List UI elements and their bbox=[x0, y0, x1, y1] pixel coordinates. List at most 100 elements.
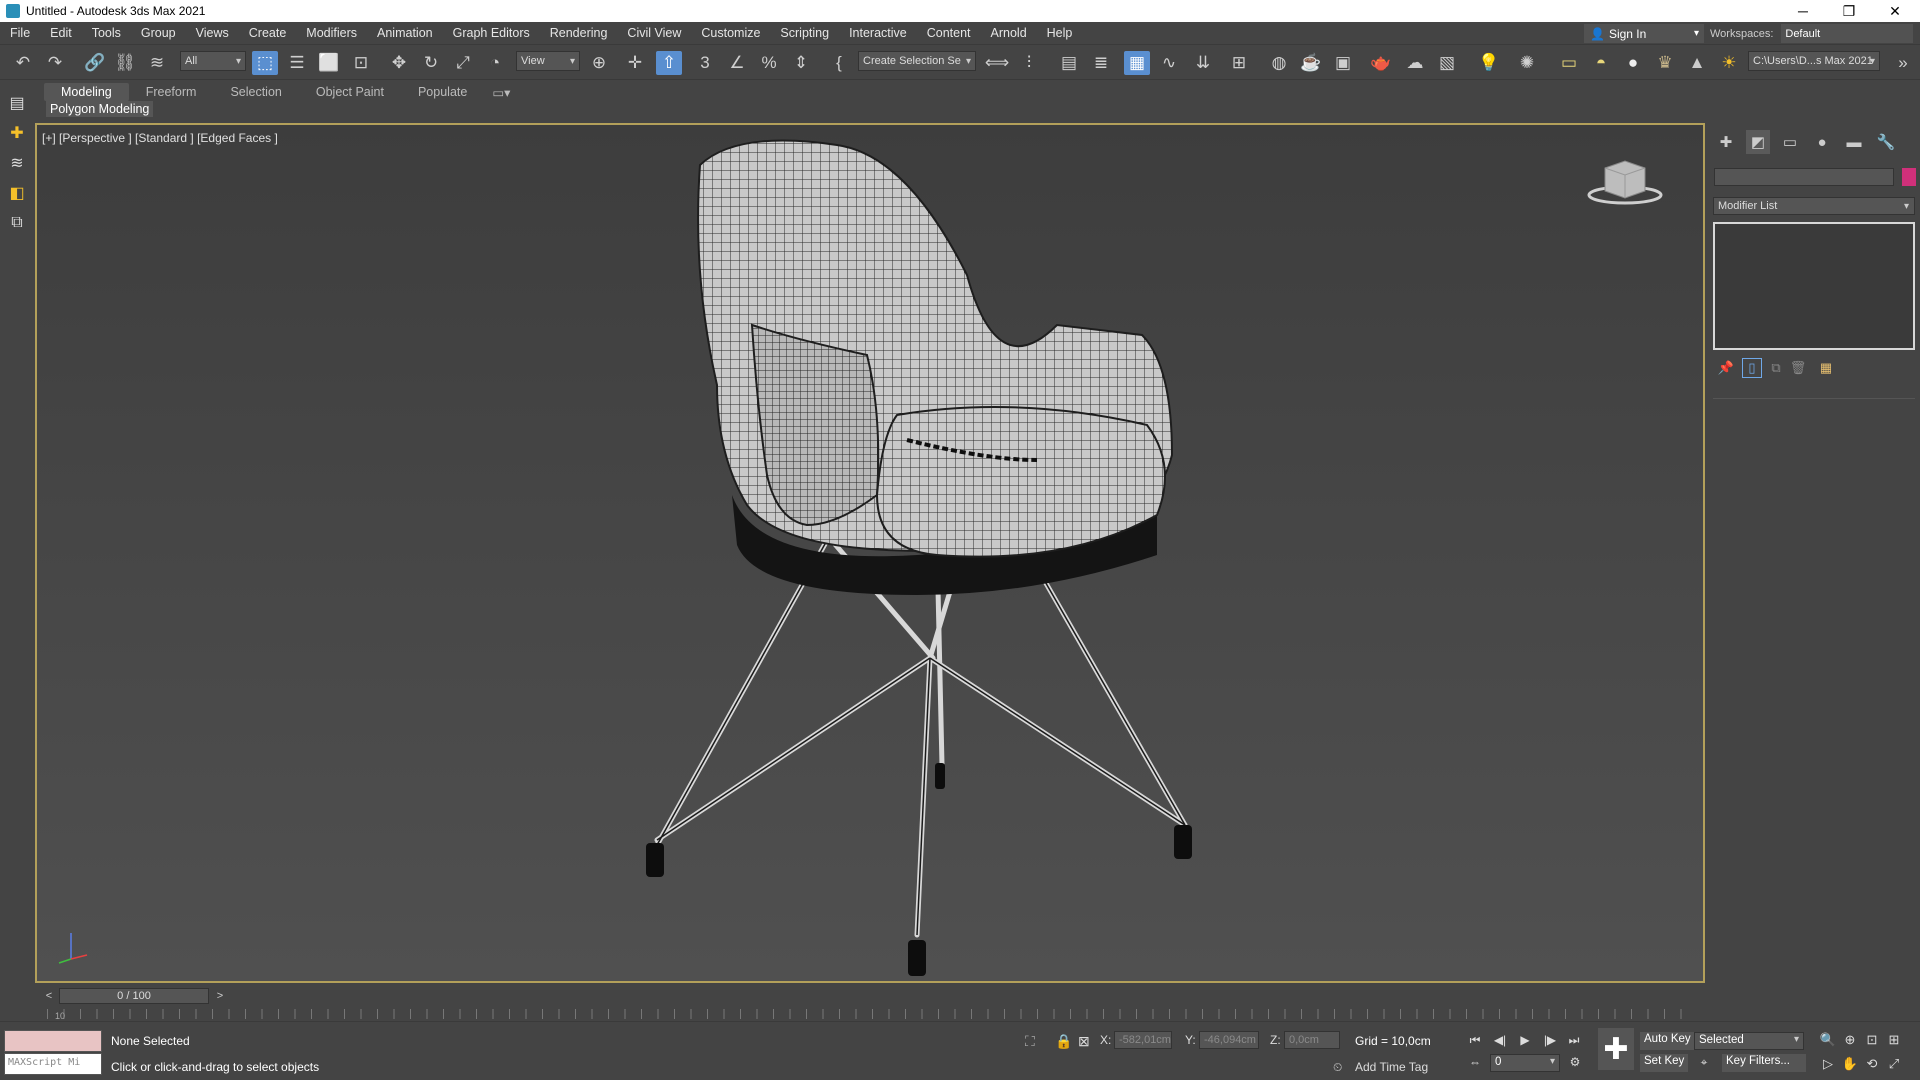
tab-modeling[interactable]: Modeling bbox=[44, 83, 129, 101]
rendered-frame-icon[interactable]: ▣ bbox=[1330, 51, 1356, 75]
go-to-start-icon[interactable]: ⏮ bbox=[1465, 1030, 1485, 1050]
scale-icon[interactable]: ⤢ bbox=[450, 51, 476, 75]
menu-tools[interactable]: Tools bbox=[82, 26, 131, 40]
spot-light-icon[interactable]: ▲ bbox=[1684, 51, 1710, 75]
spinner-snap-icon[interactable]: ⇕ bbox=[788, 51, 814, 75]
set-key-button[interactable]: Set Key bbox=[1640, 1054, 1689, 1072]
schematic-view-icon[interactable]: ⊞ bbox=[1226, 51, 1252, 75]
chair-model[interactable] bbox=[37, 125, 1703, 981]
play-icon[interactable]: ▶ bbox=[1515, 1030, 1535, 1050]
render-cloud-icon[interactable]: ☁ bbox=[1402, 51, 1428, 75]
menu-customize[interactable]: Customize bbox=[691, 26, 770, 40]
edit-named-selection-icon[interactable]: { bbox=[826, 51, 852, 75]
reference-coordinate-dropdown[interactable]: View bbox=[516, 51, 580, 71]
select-object-icon[interactable]: ⬚ bbox=[252, 51, 278, 75]
material-editor-icon[interactable]: ◍ bbox=[1266, 51, 1292, 75]
rect-selection-icon[interactable]: ⬜ bbox=[316, 51, 342, 75]
maximize-viewport-icon[interactable]: ⤢ bbox=[1884, 1054, 1904, 1074]
toolbar-overflow-icon[interactable]: » bbox=[1890, 51, 1916, 75]
area-light-icon[interactable]: ▭ bbox=[1556, 51, 1582, 75]
isolate-selection-icon[interactable]: ⛶ bbox=[1025, 1033, 1035, 1050]
pivot-center-icon[interactable]: ⊕ bbox=[586, 51, 612, 75]
modifier-list-dropdown[interactable]: Modifier List bbox=[1713, 197, 1915, 215]
unlink-icon[interactable]: ⛓ bbox=[112, 51, 138, 75]
previous-frame-icon[interactable]: ◀| bbox=[1490, 1030, 1510, 1050]
keyboard-shortcut-override-icon[interactable]: ⇧ bbox=[656, 51, 682, 75]
move-icon[interactable]: ✥ bbox=[386, 51, 412, 75]
pin-stack-icon[interactable]: 📌 bbox=[1716, 358, 1736, 378]
time-slider-prev-button[interactable]: < bbox=[42, 988, 56, 1004]
menu-interactive[interactable]: Interactive bbox=[839, 26, 917, 40]
window-crossing-icon[interactable]: ⊡ bbox=[348, 51, 374, 75]
ribbon-toggle-icon[interactable]: ▦ bbox=[1124, 51, 1150, 75]
zoom-all-icon[interactable]: ⊕ bbox=[1840, 1030, 1860, 1050]
modify-tab-icon[interactable]: ◩ bbox=[1746, 130, 1770, 154]
ribbon-options-icon[interactable]: ▭▾ bbox=[484, 83, 518, 101]
zoom-extents-all-icon[interactable]: ⊞ bbox=[1884, 1030, 1904, 1050]
orbit-icon[interactable]: ⟲ bbox=[1862, 1054, 1882, 1074]
create-layer-icon[interactable]: ✚ bbox=[6, 122, 28, 144]
tab-selection[interactable]: Selection bbox=[213, 83, 298, 101]
zoom-extents-icon[interactable]: ⊡ bbox=[1862, 1030, 1882, 1050]
menu-views[interactable]: Views bbox=[186, 26, 239, 40]
dope-sheet-icon[interactable]: ⇊ bbox=[1190, 51, 1216, 75]
modifier-stack[interactable] bbox=[1713, 222, 1915, 350]
layer-stack-icon[interactable]: ⧉ bbox=[6, 212, 28, 234]
selection-filter-dropdown[interactable]: All bbox=[180, 51, 246, 71]
go-to-end-icon[interactable]: ⏭ bbox=[1564, 1030, 1584, 1050]
add-time-tag-button[interactable]: Add Time Tag bbox=[1355, 1060, 1428, 1074]
y-coordinate-field[interactable]: -46,094cm bbox=[1199, 1031, 1259, 1049]
display-tab-icon[interactable]: ▬ bbox=[1842, 130, 1866, 154]
render-online-icon[interactable]: ▧ bbox=[1434, 51, 1460, 75]
sun-light-icon[interactable]: ☀ bbox=[1716, 51, 1742, 75]
arnold-settings-icon[interactable]: ✺ bbox=[1514, 51, 1540, 75]
scene-explorer-icon[interactable]: ▤ bbox=[1056, 51, 1082, 75]
restore-button[interactable]: ❐ bbox=[1826, 0, 1872, 22]
tab-freeform[interactable]: Freeform bbox=[129, 83, 214, 101]
menu-civil-view[interactable]: Civil View bbox=[617, 26, 691, 40]
render-production-icon[interactable]: 🫖 bbox=[1368, 51, 1394, 75]
angle-snap-icon[interactable]: ∠ bbox=[724, 51, 750, 75]
menu-file[interactable]: File bbox=[0, 26, 40, 40]
next-frame-icon[interactable]: |▶ bbox=[1540, 1030, 1560, 1050]
photometric-light-icon[interactable]: ♛ bbox=[1652, 51, 1678, 75]
project-path-dropdown[interactable]: C:\Users\D...s Max 2021 bbox=[1748, 51, 1880, 71]
object-name-field[interactable] bbox=[1714, 168, 1894, 186]
menu-modifiers[interactable]: Modifiers bbox=[296, 26, 367, 40]
maxscript-mini-listener[interactable]: MAXScript Mi bbox=[4, 1053, 102, 1075]
key-filters-button[interactable]: Key Filters... bbox=[1722, 1054, 1806, 1072]
bind-space-warp-icon[interactable]: ≋ bbox=[144, 51, 170, 75]
tab-populate[interactable]: Populate bbox=[401, 83, 484, 101]
snaps-toggle-icon[interactable]: 3 bbox=[692, 51, 718, 75]
menu-group[interactable]: Group bbox=[131, 26, 186, 40]
minimize-button[interactable]: ─ bbox=[1780, 0, 1826, 22]
zoom-icon[interactable]: 🔍 bbox=[1818, 1030, 1838, 1050]
workspace-dropdown[interactable]: Default bbox=[1781, 24, 1914, 43]
utilities-tab-icon[interactable]: 🔧 bbox=[1874, 130, 1898, 154]
auto-key-button[interactable]: Auto Key bbox=[1640, 1032, 1695, 1050]
menu-scripting[interactable]: Scripting bbox=[770, 26, 839, 40]
place-icon[interactable]: ◔ bbox=[482, 51, 508, 75]
skydome-light-icon[interactable]: ◓ bbox=[1588, 51, 1614, 75]
key-mode-toggle-icon[interactable]: ⇔ bbox=[1465, 1052, 1485, 1072]
select-manipulate-icon[interactable]: ✛ bbox=[622, 51, 648, 75]
current-frame-field[interactable]: 0 bbox=[1490, 1054, 1560, 1072]
mirror-icon[interactable]: ⟺ bbox=[984, 51, 1010, 75]
menu-animation[interactable]: Animation bbox=[367, 26, 443, 40]
arnold-light-icon[interactable]: 💡 bbox=[1476, 51, 1502, 75]
time-slider[interactable]: 0 / 100 bbox=[59, 988, 209, 1004]
rotate-icon[interactable]: ↻ bbox=[418, 51, 444, 75]
undo-icon[interactable]: ↶ bbox=[10, 51, 36, 75]
menu-content[interactable]: Content bbox=[917, 26, 981, 40]
close-button[interactable]: ✕ bbox=[1872, 0, 1918, 22]
motion-tab-icon[interactable]: ● bbox=[1810, 130, 1834, 154]
time-slider-next-button[interactable]: > bbox=[213, 988, 227, 1004]
menu-rendering[interactable]: Rendering bbox=[540, 26, 618, 40]
select-layer-icon[interactable]: ◧ bbox=[6, 182, 28, 204]
redo-icon[interactable]: ↷ bbox=[42, 51, 68, 75]
time-configuration-icon[interactable]: ⚙ bbox=[1565, 1052, 1585, 1072]
key-filter-icon[interactable]: ⌖ bbox=[1694, 1052, 1714, 1072]
key-mode-dropdown[interactable]: Selected bbox=[1694, 1032, 1804, 1050]
create-tab-icon[interactable]: ✚ bbox=[1714, 130, 1738, 154]
layers-icon[interactable]: ≋ bbox=[6, 152, 28, 174]
